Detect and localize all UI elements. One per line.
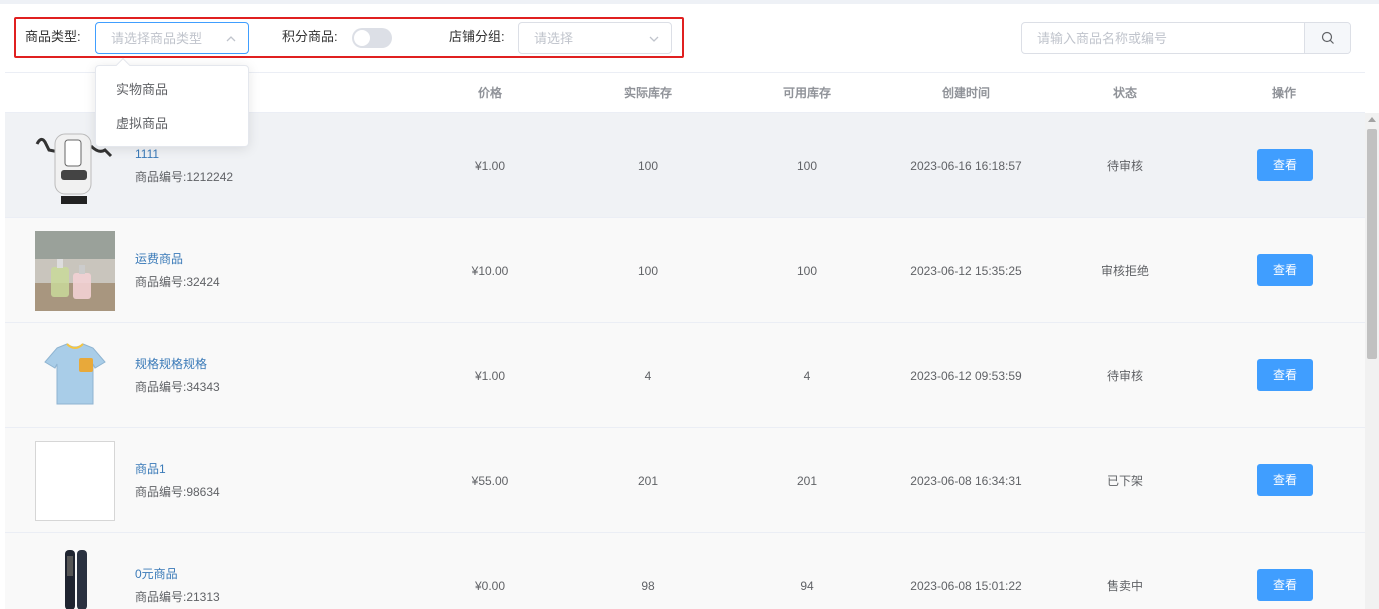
product-name-link[interactable]: 0元商品 — [135, 566, 178, 582]
price-cell: ¥1.00 — [474, 369, 506, 383]
available-stock-cell: 94 — [800, 579, 814, 593]
group-select[interactable]: 请选择 — [518, 22, 672, 54]
header-available-stock: 可用库存 — [782, 86, 832, 100]
price-cell: ¥55.00 — [471, 474, 509, 488]
dropdown-option-physical[interactable]: 实物商品 — [116, 82, 168, 98]
points-toggle[interactable] — [352, 28, 392, 48]
product-search[interactable]: 请输入商品名称或编号 — [1021, 22, 1351, 54]
created-time-cell: 2023-06-16 16:18:57 — [910, 159, 1022, 173]
type-dropdown-menu: 实物商品 虚拟商品 — [95, 57, 249, 147]
header-status: 状态 — [1112, 86, 1138, 100]
type-select[interactable]: 请选择商品类型 — [95, 22, 249, 54]
price-cell: ¥0.00 — [474, 579, 506, 593]
created-time-cell: 2023-06-12 15:35:25 — [910, 264, 1022, 278]
search-button[interactable] — [1304, 23, 1350, 53]
product-table: 价格 实际库存 可用库存 创建时间 状态 操作 1111 商品编号:121224… — [5, 72, 1365, 609]
table-row: 0元商品 商品编号:21313 ¥0.00 98 94 2023-06-08 1… — [5, 533, 1365, 609]
group-filter-label: 店铺分组: — [449, 29, 505, 44]
created-time-cell: 2023-06-08 15:01:22 — [910, 579, 1022, 593]
scroll-up-icon[interactable] — [1368, 117, 1376, 122]
view-button[interactable]: 查看 — [1257, 359, 1313, 391]
product-code: 商品编号:21313 — [135, 590, 220, 604]
search-input[interactable]: 请输入商品名称或编号 — [1037, 31, 1167, 47]
actual-stock-cell: 4 — [644, 369, 652, 383]
table-row: 规格规格规格 商品编号:34343 ¥1.00 4 4 2023-06-12 0… — [5, 323, 1365, 428]
view-button[interactable]: 查看 — [1257, 149, 1313, 181]
status-cell: 已下架 — [1106, 474, 1144, 488]
product-image-placeholder — [35, 441, 115, 521]
product-image-tshirt — [35, 336, 115, 416]
type-filter-label: 商品类型: — [25, 29, 81, 44]
created-time-cell: 2023-06-08 16:34:31 — [910, 474, 1022, 488]
header-created-time: 创建时间 — [941, 86, 991, 100]
header-price: 价格 — [477, 86, 503, 100]
product-code: 商品编号:34343 — [135, 380, 220, 394]
product-name-link[interactable]: 商品1 — [135, 461, 166, 477]
actual-stock-cell: 98 — [641, 579, 655, 593]
created-time-cell: 2023-06-12 09:53:59 — [910, 369, 1022, 383]
vertical-scrollbar[interactable] — [1365, 113, 1379, 609]
actual-stock-cell: 100 — [637, 159, 659, 173]
available-stock-cell: 100 — [796, 159, 818, 173]
product-name-link[interactable]: 规格规格规格 — [135, 356, 207, 372]
toggle-knob — [354, 30, 370, 46]
product-image-straightener — [35, 546, 115, 609]
status-cell: 待审核 — [1106, 159, 1144, 173]
view-button[interactable]: 查看 — [1257, 569, 1313, 601]
chevron-up-icon — [226, 36, 236, 42]
scrollbar-thumb[interactable] — [1367, 129, 1377, 359]
dropdown-option-virtual[interactable]: 虚拟商品 — [116, 116, 168, 132]
product-image-perfume — [35, 231, 115, 311]
table-row: 商品1 商品编号:98634 ¥55.00 201 201 2023-06-08… — [5, 428, 1365, 533]
view-button[interactable]: 查看 — [1257, 254, 1313, 286]
available-stock-cell: 100 — [796, 264, 818, 278]
product-code: 商品编号:98634 — [135, 485, 220, 499]
status-cell: 审核拒绝 — [1100, 264, 1150, 278]
status-cell: 售卖中 — [1106, 579, 1144, 593]
available-stock-cell: 201 — [796, 474, 818, 488]
view-button[interactable]: 查看 — [1257, 464, 1313, 496]
top-strip — [0, 0, 1379, 4]
dropdown-arrow — [115, 57, 131, 73]
available-stock-cell: 4 — [803, 369, 811, 383]
table-row: 运费商品 商品编号:32424 ¥10.00 100 100 2023-06-1… — [5, 218, 1365, 323]
product-name-link[interactable]: 1111 — [135, 146, 159, 162]
group-select-placeholder: 请选择 — [534, 31, 574, 46]
product-code: 商品编号:1212242 — [135, 170, 234, 184]
type-select-placeholder: 请选择商品类型 — [111, 31, 203, 46]
chevron-down-icon — [649, 36, 659, 42]
price-cell: ¥10.00 — [471, 264, 509, 278]
status-cell: 待审核 — [1106, 369, 1144, 383]
product-name-link[interactable]: 运费商品 — [135, 251, 183, 267]
header-action: 操作 — [1271, 86, 1297, 100]
actual-stock-cell: 201 — [637, 474, 659, 488]
header-actual-stock: 实际库存 — [623, 86, 673, 100]
price-cell: ¥1.00 — [474, 159, 506, 173]
product-code: 商品编号:32424 — [135, 275, 220, 289]
actual-stock-cell: 100 — [637, 264, 659, 278]
points-filter-label: 积分商品: — [282, 29, 338, 44]
search-icon — [1321, 31, 1334, 44]
